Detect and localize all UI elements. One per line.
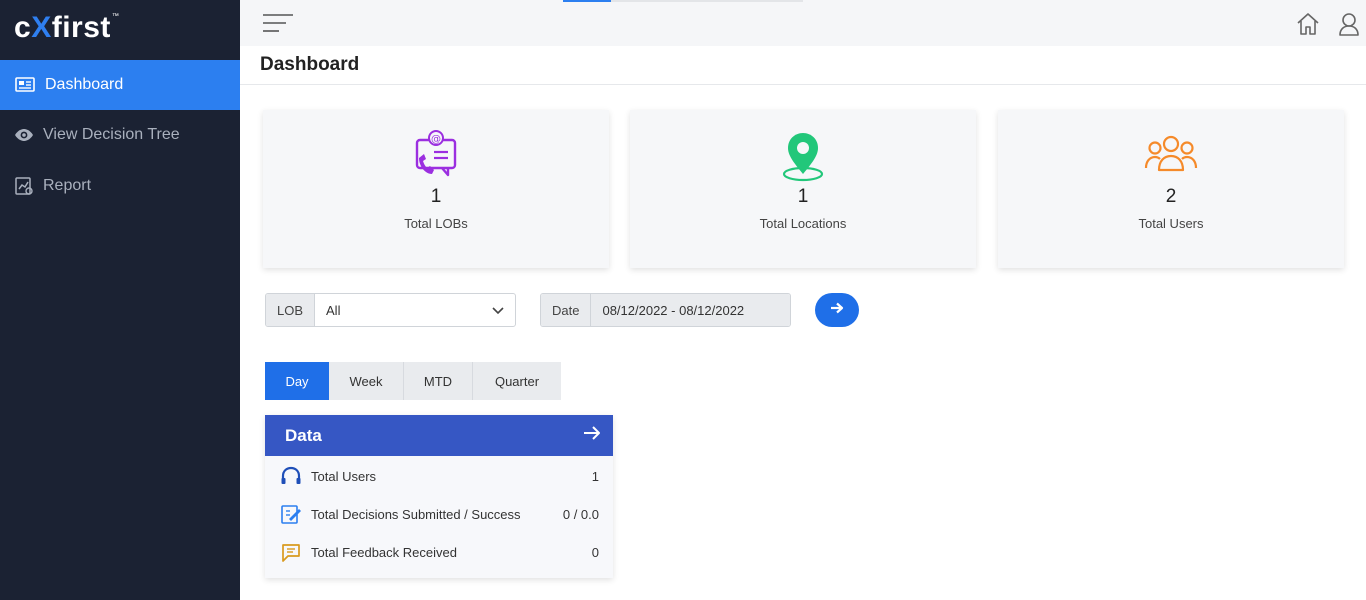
logo-trademark: ™: [111, 12, 119, 20]
data-row-label: Total Feedback Received: [311, 544, 457, 560]
data-row-total-users: Total Users 1: [265, 461, 613, 491]
logo-x: X: [31, 11, 52, 44]
chevron-down-icon: [492, 303, 504, 318]
data-panel-header: Data: [265, 415, 613, 456]
logo-text: cXfirst: [14, 11, 111, 45]
loading-progress-bar: [563, 0, 803, 2]
sidebar-item-report[interactable]: Report: [0, 161, 240, 211]
arrow-right-icon[interactable]: [583, 425, 601, 446]
sidebar-item-label: View Decision Tree: [43, 126, 180, 143]
data-row-decisions: Total Decisions Submitted / Success 0 / …: [265, 499, 613, 529]
logo-c: c: [14, 11, 32, 44]
lob-selected-value: All: [326, 302, 341, 318]
logo-first: first: [51, 11, 111, 44]
data-row-label: Total Users: [311, 468, 377, 484]
sidebar-item-label: Report: [43, 177, 92, 194]
progress-fill: [563, 0, 611, 2]
tab-quarter[interactable]: Quarter: [473, 362, 561, 400]
lob-filter-label: LOB: [266, 294, 316, 326]
report-icon: [14, 176, 34, 196]
data-row-value: 1: [591, 468, 599, 484]
data-row-label: Total Decisions Submitted / Success: [311, 506, 521, 522]
data-panel: Data Total Users 1 Total Decisions Submi…: [265, 415, 613, 578]
lob-filter: LOB All: [265, 293, 516, 327]
stat-label: Total Locations: [759, 216, 847, 231]
top-bar: [240, 0, 1366, 46]
location-pin-icon: [779, 130, 827, 182]
date-range-input[interactable]: 08/12/2022 - 08/12/2022: [591, 294, 790, 326]
home-icon[interactable]: [1295, 11, 1321, 37]
dashboard-icon: [14, 75, 36, 95]
date-filter: Date 08/12/2022 - 08/12/2022: [540, 293, 791, 327]
date-filter-label: Date: [541, 294, 592, 326]
user-icon[interactable]: [1336, 11, 1362, 37]
stat-card-lobs: @ 1 Total LOBs: [263, 110, 609, 268]
data-row-value: 0: [591, 544, 599, 560]
page-title: Dashboard: [260, 54, 360, 75]
tab-week[interactable]: Week: [329, 362, 404, 400]
data-panel-title: Data: [285, 425, 322, 445]
lob-select[interactable]: All: [315, 294, 515, 326]
arrow-right-icon: [830, 301, 844, 319]
stat-label: Total Users: [1138, 216, 1204, 231]
period-tabs: Day Week MTD Quarter: [265, 362, 561, 400]
sidebar: cXfirst ™ Dashboard View Decision Tree R…: [0, 0, 240, 600]
apply-filter-button[interactable]: [815, 293, 859, 327]
stat-card-locations: 1 Total Locations: [630, 110, 976, 268]
stat-label: Total LOBs: [404, 216, 468, 231]
sidebar-item-label: Dashboard: [45, 76, 124, 93]
data-row-feedback: Total Feedback Received 0: [265, 537, 613, 567]
sidebar-item-dashboard[interactable]: Dashboard: [0, 60, 240, 110]
sidebar-item-view-decision-tree[interactable]: View Decision Tree: [0, 110, 240, 160]
feedback-icon: [280, 541, 302, 563]
tab-mtd[interactable]: MTD: [404, 362, 473, 400]
stat-card-users: 2 Total Users: [998, 110, 1344, 268]
data-row-value: 0 / 0.0: [562, 506, 599, 522]
decision-icon: [280, 503, 302, 525]
svg-text:@: @: [431, 134, 441, 145]
page-header: Dashboard: [240, 46, 1366, 85]
users-group-icon: [1144, 130, 1198, 182]
tab-day[interactable]: Day: [265, 362, 329, 400]
logo[interactable]: cXfirst ™: [14, 10, 119, 46]
lob-chat-icon: @: [412, 130, 460, 182]
eye-icon: [14, 125, 34, 145]
stat-value: 2: [1165, 186, 1177, 207]
headset-icon: [280, 465, 302, 487]
stat-value: 1: [797, 186, 809, 207]
hamburger-menu-icon[interactable]: [262, 12, 294, 34]
stat-value: 1: [430, 186, 442, 207]
